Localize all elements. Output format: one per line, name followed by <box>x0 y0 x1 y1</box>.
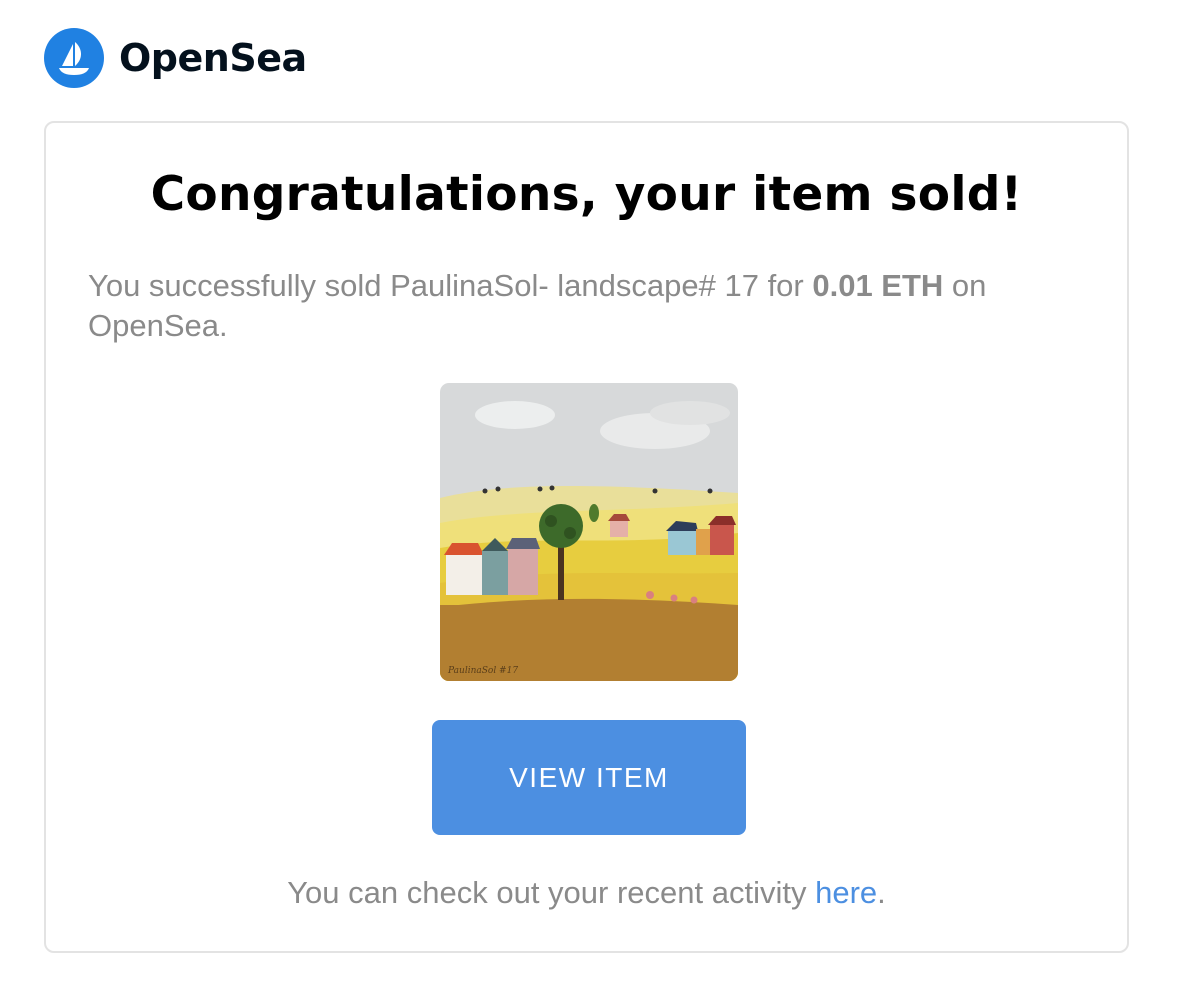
brand-name: OpenSea <box>119 36 307 80</box>
footer-text-end: . <box>877 875 886 910</box>
sale-price: 0.01 ETH <box>812 268 944 303</box>
email-header: OpenSea <box>44 28 307 88</box>
footer-text: You can check out your recent activity <box>287 875 816 910</box>
activity-footer: You can check out your recent activity h… <box>46 875 1127 911</box>
sale-notification-card: Congratulations, your item sold! You suc… <box>44 121 1129 953</box>
item-image[interactable]: PaulinaSol #17 <box>440 383 738 681</box>
view-item-button[interactable]: VIEW ITEM <box>432 720 746 835</box>
message-text: You successfully sold PaulinaSol- landsc… <box>88 268 813 303</box>
opensea-ship-icon <box>44 28 104 88</box>
sale-message: You successfully sold PaulinaSol- landsc… <box>88 266 1048 346</box>
svg-text:PaulinaSol #17: PaulinaSol #17 <box>447 666 518 676</box>
activity-link[interactable]: here <box>815 875 877 910</box>
page-title: Congratulations, your item sold! <box>150 167 1023 222</box>
